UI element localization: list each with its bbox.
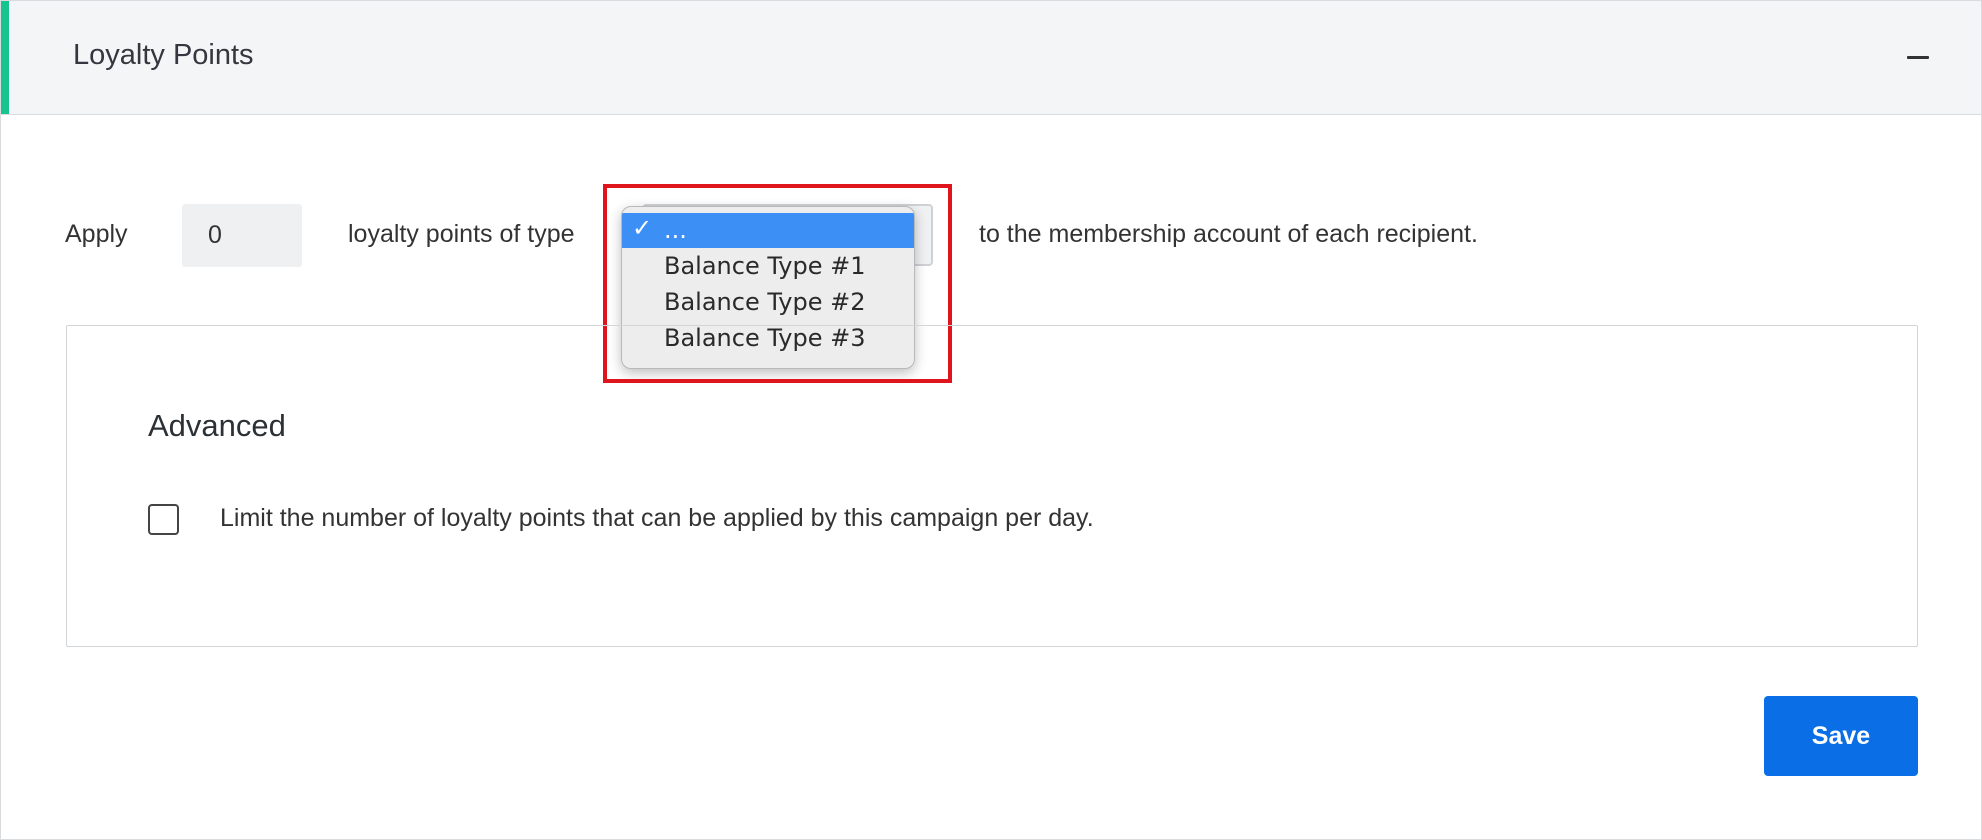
limit-checkbox-label: Limit the number of loyalty points that … <box>220 504 1094 532</box>
minus-icon[interactable] <box>1903 41 1933 71</box>
save-button[interactable]: Save <box>1764 696 1918 776</box>
loyalty-points-panel: Loyalty Points Apply loyalty points of t… <box>0 0 1982 840</box>
panel-title: Loyalty Points <box>73 39 254 71</box>
panel-header[interactable]: Loyalty Points <box>1 1 1981 115</box>
recipient-label: to the membership account of each recipi… <box>979 220 1478 248</box>
limit-checkbox[interactable] <box>148 504 179 535</box>
advanced-title: Advanced <box>148 408 286 443</box>
header-accent-bar <box>1 1 9 114</box>
advanced-section: Advanced Limit the number of loyalty poi… <box>66 325 1918 647</box>
apply-label: Apply <box>65 220 128 248</box>
type-label: loyalty points of type <box>348 220 575 248</box>
points-input[interactable] <box>182 204 302 267</box>
